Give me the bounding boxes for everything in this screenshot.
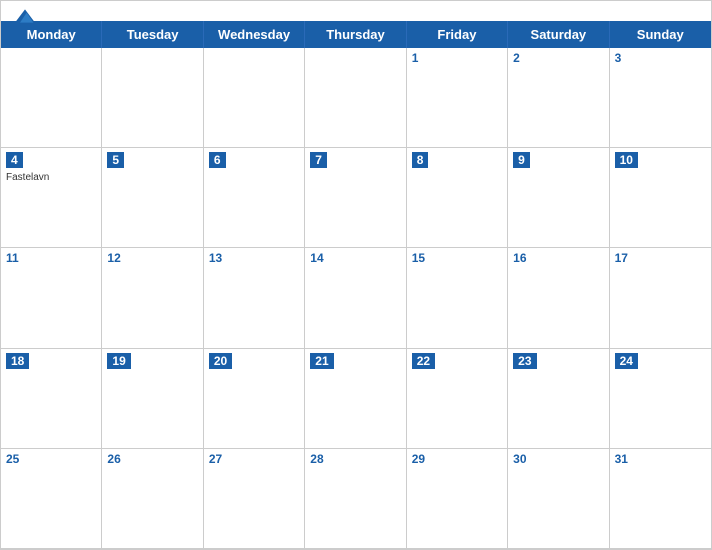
empty-cell <box>102 48 203 148</box>
day-cell-8: 8 <box>407 148 508 248</box>
day-cell-16: 16 <box>508 248 609 348</box>
calendar: MondayTuesdayWednesdayThursdayFridaySatu… <box>0 0 712 550</box>
weekday-monday: Monday <box>1 21 102 48</box>
day-cell-24: 24 <box>610 349 711 449</box>
calendar-header <box>1 1 711 21</box>
day-cell-27: 27 <box>204 449 305 549</box>
day-cell-11: 11 <box>1 248 102 348</box>
logo <box>15 9 35 24</box>
weekdays-row: MondayTuesdayWednesdayThursdayFridaySatu… <box>1 21 711 48</box>
day-cell-26: 26 <box>102 449 203 549</box>
day-cell-15: 15 <box>407 248 508 348</box>
day-cell-17: 17 <box>610 248 711 348</box>
day-cell-6: 6 <box>204 148 305 248</box>
logo-icon <box>15 9 35 23</box>
day-cell-7: 7 <box>305 148 406 248</box>
day-cell-22: 22 <box>407 349 508 449</box>
weekday-tuesday: Tuesday <box>102 21 203 48</box>
day-cell-23: 23 <box>508 349 609 449</box>
day-cell-31: 31 <box>610 449 711 549</box>
event-label: Fastelavn <box>6 172 96 183</box>
day-cell-4: 4Fastelavn <box>1 148 102 248</box>
day-cell-10: 10 <box>610 148 711 248</box>
empty-cell <box>1 48 102 148</box>
empty-cell <box>204 48 305 148</box>
day-cell-30: 30 <box>508 449 609 549</box>
weekday-friday: Friday <box>407 21 508 48</box>
day-cell-18: 18 <box>1 349 102 449</box>
day-cell-28: 28 <box>305 449 406 549</box>
weekday-saturday: Saturday <box>508 21 609 48</box>
day-cell-12: 12 <box>102 248 203 348</box>
day-cell-2: 2 <box>508 48 609 148</box>
day-cell-14: 14 <box>305 248 406 348</box>
weekday-wednesday: Wednesday <box>204 21 305 48</box>
empty-cell <box>305 48 406 148</box>
day-cell-29: 29 <box>407 449 508 549</box>
day-cell-21: 21 <box>305 349 406 449</box>
day-cell-3: 3 <box>610 48 711 148</box>
day-cell-5: 5 <box>102 148 203 248</box>
day-cell-1: 1 <box>407 48 508 148</box>
day-cell-19: 19 <box>102 349 203 449</box>
day-cell-9: 9 <box>508 148 609 248</box>
weekday-sunday: Sunday <box>610 21 711 48</box>
day-cell-25: 25 <box>1 449 102 549</box>
day-cell-13: 13 <box>204 248 305 348</box>
calendar-grid: 1234Fastelavn567891011121314151617181920… <box>1 48 711 549</box>
day-cell-20: 20 <box>204 349 305 449</box>
weekday-thursday: Thursday <box>305 21 406 48</box>
